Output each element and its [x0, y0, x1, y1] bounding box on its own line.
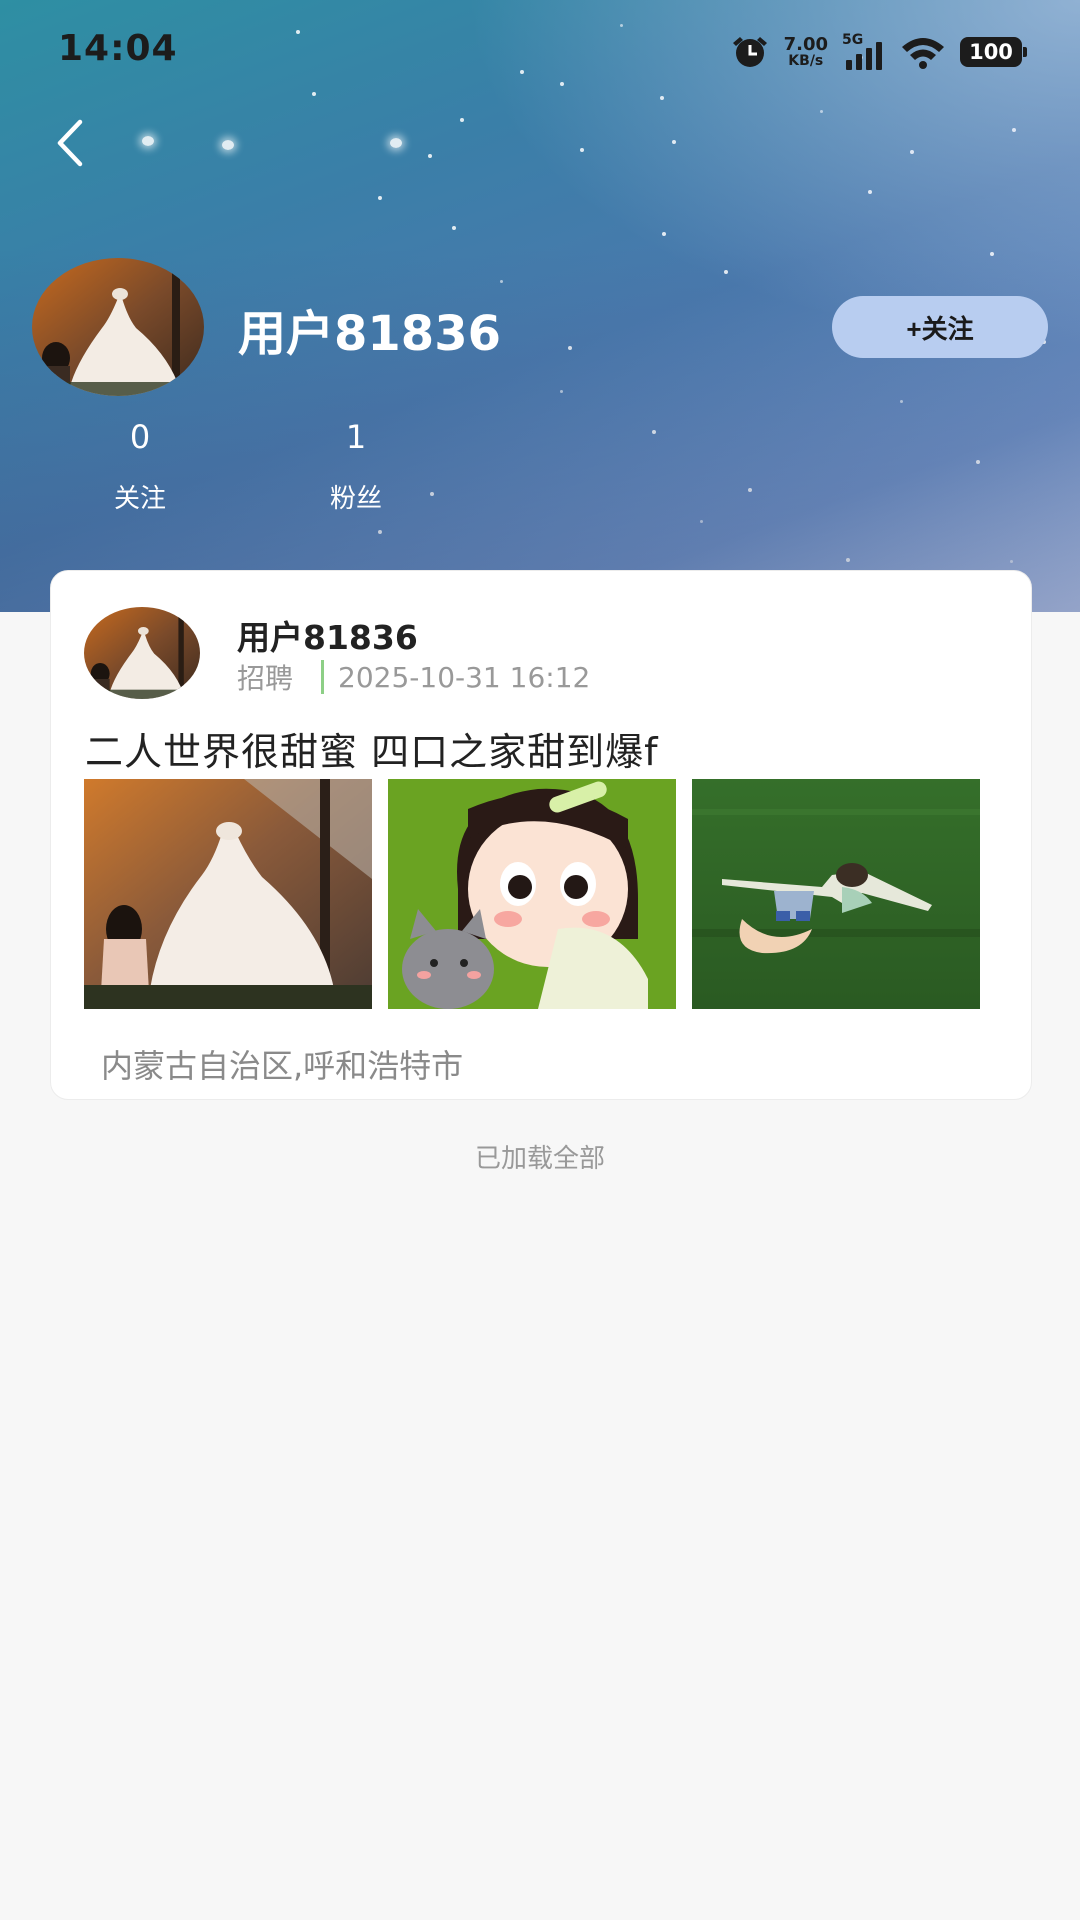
alarm-icon [730, 34, 770, 70]
post-image-wedding-dress[interactable] [84, 779, 372, 1009]
post-image-cartoon-girl[interactable] [388, 779, 676, 1009]
following-stat[interactable]: 0 关注 [70, 418, 210, 515]
post-card[interactable]: 用户81836 招聘 2025-10-31 16:12 二人世界很甜蜜 四口之家… [50, 570, 1032, 1100]
post-image-grass[interactable] [692, 779, 980, 1009]
cellular-signal-icon: 5G [842, 32, 886, 70]
wifi-icon [900, 35, 946, 69]
back-button[interactable] [50, 118, 94, 168]
load-complete-text: 已加载全部 [474, 1144, 605, 1174]
post-images [84, 779, 980, 1009]
post-timestamp: 2025-10-31 16:12 [338, 660, 591, 694]
post-author-avatar[interactable] [84, 607, 200, 699]
followers-count: 1 [345, 418, 367, 456]
followers-label: 粉丝 [329, 484, 382, 514]
battery-icon: 100 [960, 37, 1027, 67]
status-bar: 14:04 7.00 KB/s 5G 100 [0, 0, 1080, 100]
follow-button[interactable]: +关注 [832, 296, 1048, 358]
following-label: 关注 [113, 484, 166, 514]
chevron-left-icon [57, 119, 83, 167]
meta-divider [321, 660, 325, 694]
post-content: 二人世界很甜蜜 四口之家甜到爆f [85, 730, 659, 774]
post-meta: 招聘 2025-10-31 16:12 [237, 657, 590, 697]
profile-avatar[interactable] [32, 258, 204, 396]
following-count: 0 [129, 418, 151, 456]
followers-stat[interactable]: 1 粉丝 [286, 418, 426, 515]
post-author-name[interactable]: 用户81836 [237, 611, 418, 659]
profile-username: 用户81836 [238, 306, 501, 362]
post-location: 内蒙古自治区,呼和浩特市 [101, 1047, 464, 1085]
network-speed: 7.00 KB/s [783, 34, 828, 69]
post-category: 招聘 [237, 662, 294, 695]
status-time: 14:04 [58, 28, 178, 69]
